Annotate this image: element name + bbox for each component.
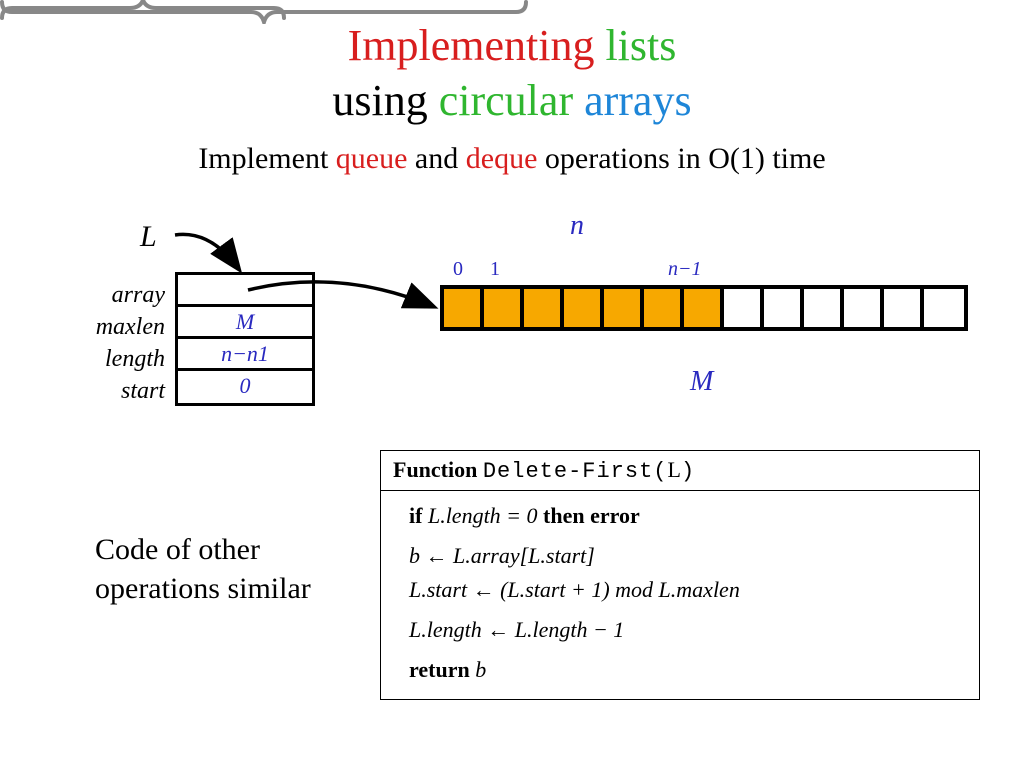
title-word-5: arrays [584, 76, 692, 125]
cell-start: 0 [178, 371, 312, 403]
pseudocode-box: Function Delete-First(L) if L.length = 0… [380, 450, 980, 700]
array-cell [484, 289, 524, 327]
array-cell [764, 289, 804, 327]
index-0: 0 [453, 258, 463, 281]
title-word-3: using [332, 76, 427, 125]
array-cell [564, 289, 604, 327]
subtitle: Implement queue and deque operations in … [0, 142, 1024, 176]
cell-length: n−n1 [178, 339, 312, 371]
code-body: if L.length = 0 then error b ← L.array[L… [381, 491, 979, 699]
L-label: L [140, 220, 157, 254]
array-cell [524, 289, 564, 327]
title-word-4: circular [439, 76, 573, 125]
array-cell [804, 289, 844, 327]
code-line-3: L.start ← (L.start + 1) mod L.maxlen [409, 573, 951, 607]
index-1: 1 [490, 258, 500, 281]
array-cell [924, 289, 964, 327]
label-length: length [85, 343, 165, 375]
slide-title: Implementing lists using circular arrays [0, 0, 1024, 128]
code-line-4: L.length ← L.length − 1 [409, 613, 951, 647]
struct-box: M n−n1 0 [175, 272, 315, 406]
title-word-1: Implementing [348, 21, 595, 70]
struct-field-labels: array maxlen length start [85, 279, 165, 407]
code-line-1: if L.length = 0 then error [409, 499, 951, 533]
array-cell [884, 289, 924, 327]
array-cell [604, 289, 644, 327]
label-maxlen: maxlen [85, 311, 165, 343]
label-start: start [85, 375, 165, 407]
n-label: n [570, 210, 584, 242]
other-ops-note: Code of other operations similar [95, 530, 311, 608]
code-line-5: return b [409, 653, 951, 687]
array-cell [724, 289, 764, 327]
index-labels: 0 1 n−1 [440, 258, 740, 280]
title-word-2: lists [605, 21, 676, 70]
cell-maxlen: M [178, 307, 312, 339]
array-cell [844, 289, 884, 327]
array-diagram [440, 285, 968, 331]
M-label: M [690, 366, 713, 398]
code-header: Function Delete-First(L) [381, 451, 979, 491]
index-n-minus-1: n−1 [668, 258, 702, 281]
cell-array [178, 275, 312, 307]
array-cell [444, 289, 484, 327]
code-line-2: b ← L.array[L.start] [409, 539, 951, 573]
label-array: array [85, 279, 165, 311]
array-cell [644, 289, 684, 327]
array-cell [684, 289, 724, 327]
